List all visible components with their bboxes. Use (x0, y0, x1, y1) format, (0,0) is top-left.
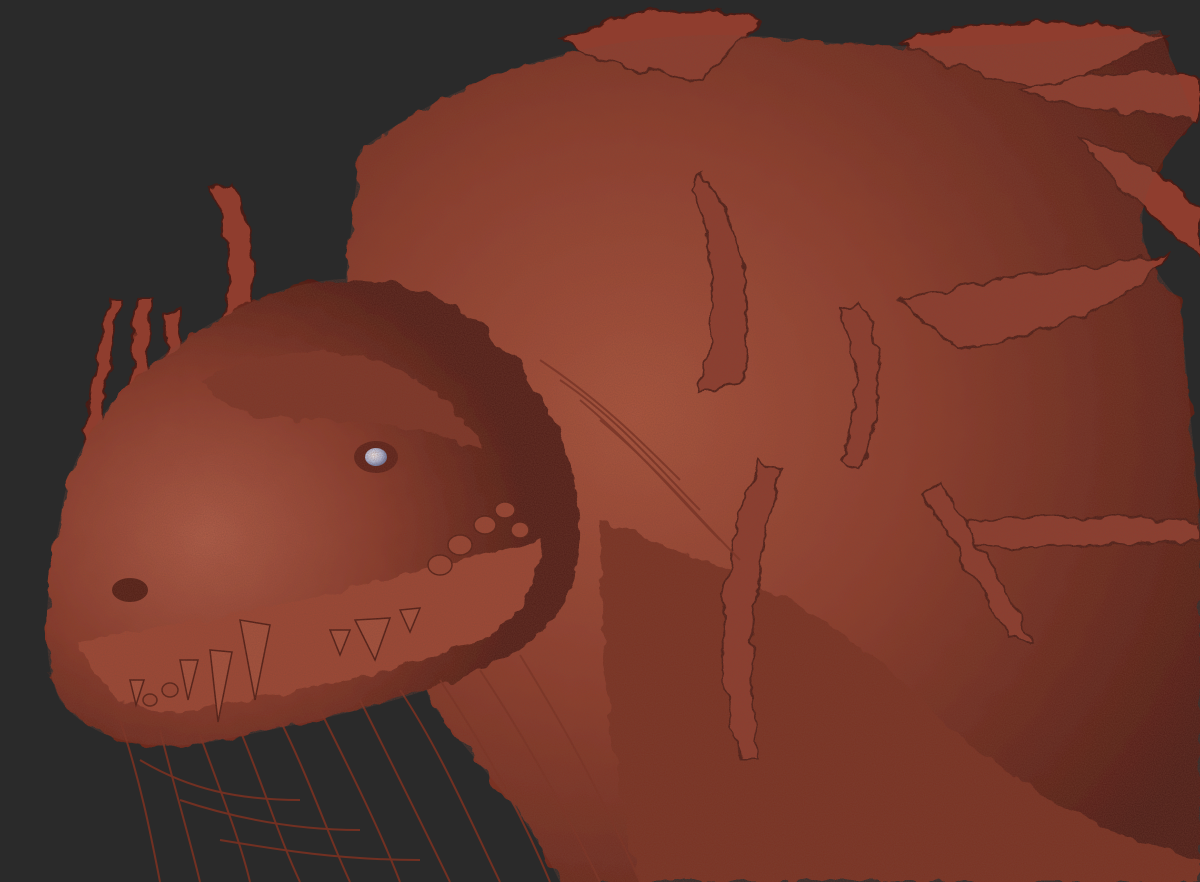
surface-grain (46, 30, 1200, 882)
dragon-sculpt-render (46, 8, 1200, 882)
sculpt-viewport[interactable] (0, 0, 1200, 882)
